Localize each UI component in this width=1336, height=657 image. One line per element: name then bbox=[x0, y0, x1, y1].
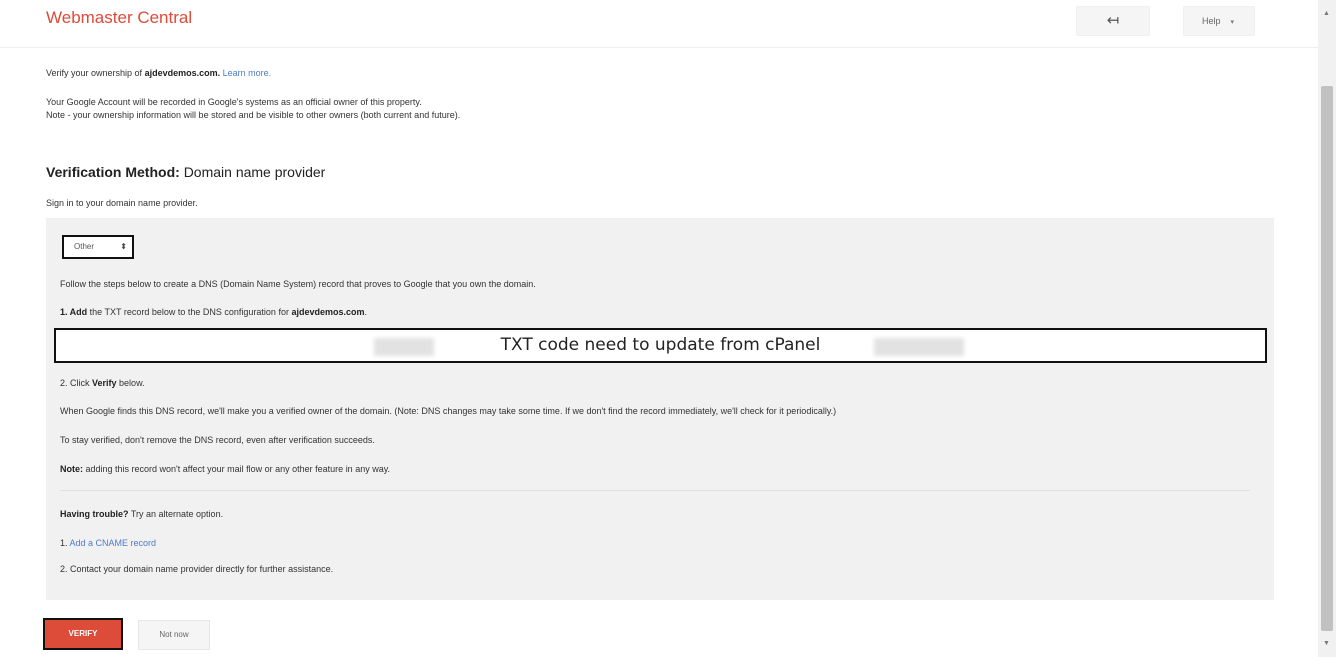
txt-record-value[interactable]: TXT code need to update from cPanel bbox=[56, 330, 1265, 361]
provider-select[interactable]: Other ⬍ bbox=[62, 235, 134, 259]
top-bar: Webmaster Central ↤ Help ▾ bbox=[0, 0, 1318, 48]
verification-method-heading: Verification Method: Domain name provide… bbox=[46, 164, 326, 180]
account-record-text: Your Google Account will be recorded in … bbox=[46, 97, 422, 107]
back-arrow-icon: ↤ bbox=[1106, 12, 1120, 29]
scroll-down-icon[interactable]: ▼ bbox=[1323, 640, 1330, 647]
not-now-button[interactable]: Not now bbox=[138, 620, 210, 650]
mail-flow-note: Note: adding this record won't affect yo… bbox=[60, 464, 391, 474]
step-1-text: 1. Add the TXT record below to the DNS c… bbox=[60, 307, 367, 317]
add-cname-record-link[interactable]: Add a CNAME record bbox=[70, 538, 157, 548]
help-label: Help bbox=[1202, 16, 1221, 26]
txt-record-field[interactable]: TXT code need to update from cPanel bbox=[54, 328, 1267, 363]
scrollbar[interactable]: ▲ ▼ bbox=[1318, 0, 1336, 657]
sign-in-instruction: Sign in to your domain name provider. bbox=[46, 198, 198, 208]
back-button[interactable]: ↤ bbox=[1076, 6, 1150, 36]
app-title[interactable]: Webmaster Central bbox=[46, 8, 192, 28]
scroll-thumb[interactable] bbox=[1321, 86, 1333, 631]
when-found-text: When Google finds this DNS record, we'll… bbox=[60, 406, 837, 416]
scroll-up-icon[interactable]: ▲ bbox=[1323, 10, 1330, 17]
divider bbox=[60, 490, 1250, 491]
help-button[interactable]: Help ▾ bbox=[1183, 6, 1255, 36]
learn-more-link[interactable]: Learn more. bbox=[223, 68, 272, 78]
chevron-down-icon: ▾ bbox=[1230, 19, 1235, 26]
step-2-text: 2. Click Verify below. bbox=[60, 378, 145, 388]
follow-steps-text: Follow the steps below to create a DNS (… bbox=[60, 279, 536, 289]
alternate-option-2: 2. Contact your domain name provider dir… bbox=[60, 564, 334, 574]
stay-verified-text: To stay verified, don't remove the DNS r… bbox=[60, 435, 375, 445]
verify-ownership-text: Verify your ownership of ajdevdemos.com.… bbox=[46, 68, 272, 78]
domain-name: ajdevdemos.com. bbox=[144, 68, 221, 78]
alternate-option-1: 1. Add a CNAME record bbox=[60, 538, 157, 548]
instructions-panel: Other ⬍ Follow the steps below to create… bbox=[46, 218, 1274, 600]
having-trouble-text: Having trouble? Try an alternate option. bbox=[60, 509, 224, 519]
ownership-note-text: Note - your ownership information will b… bbox=[46, 110, 461, 120]
select-arrows-icon: ⬍ bbox=[120, 242, 127, 251]
verify-button[interactable]: VERIFY bbox=[43, 618, 123, 650]
